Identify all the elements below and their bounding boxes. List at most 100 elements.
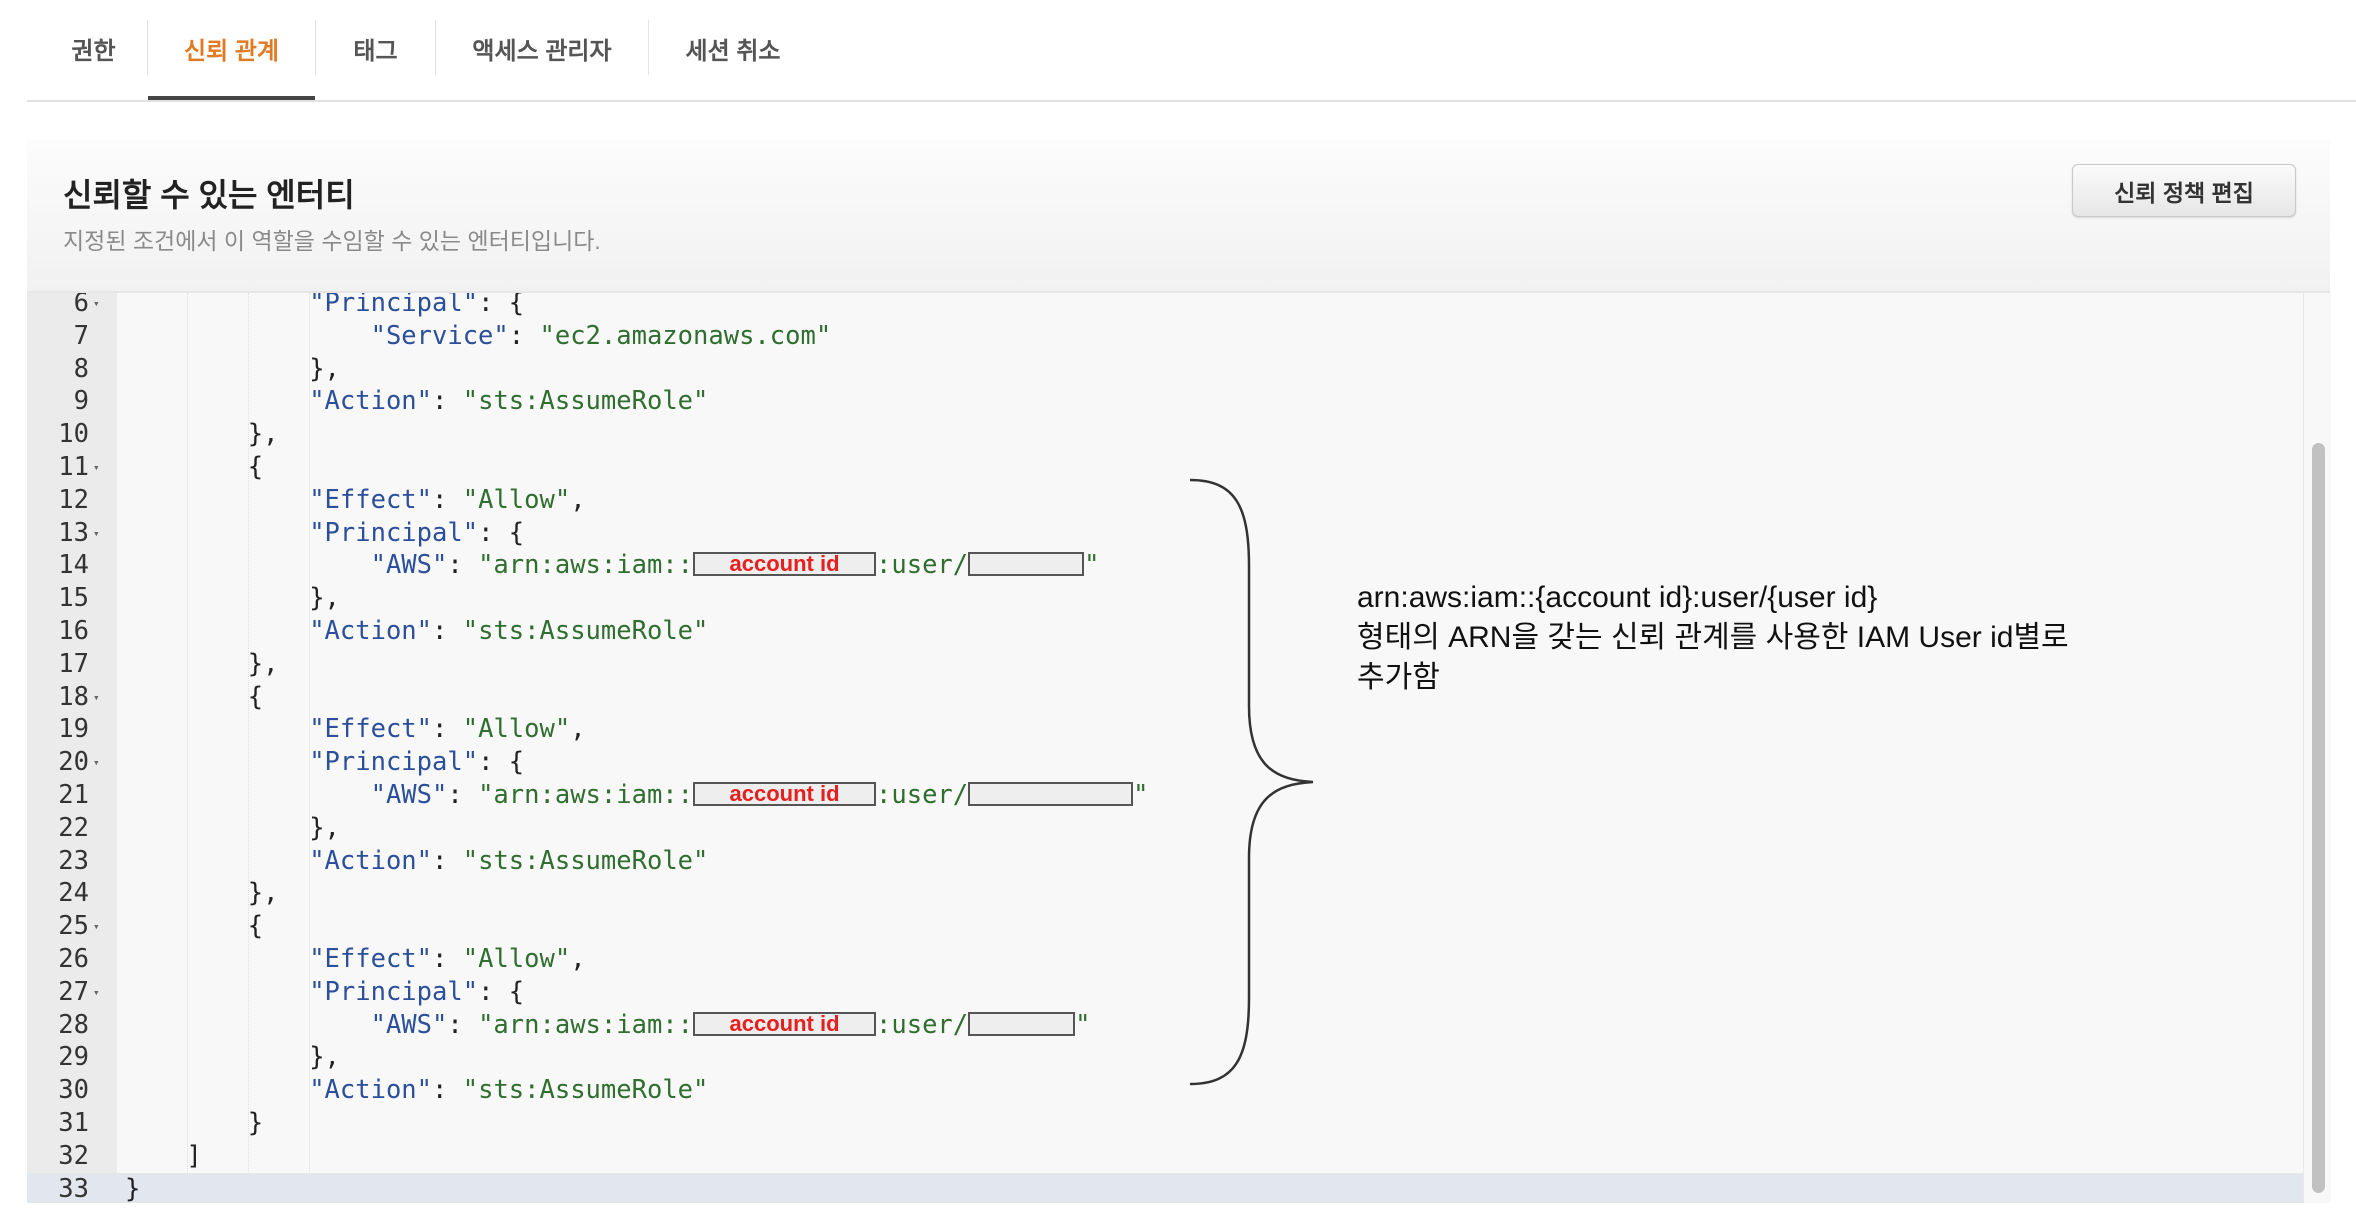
- json-string: ": [1084, 550, 1100, 581]
- code-text: ]: [186, 1140, 201, 1173]
- line-number: 6: [73, 293, 89, 318]
- tab-revoke-sessions[interactable]: 세션 취소: [649, 0, 817, 97]
- code-line[interactable]: 23 "Action": "sts:AssumeRole": [27, 845, 2303, 878]
- json-punctuation: :: [432, 484, 463, 515]
- line-number: 31: [58, 1108, 89, 1138]
- code-text: "Effect": "Allow",: [309, 713, 585, 746]
- code-line[interactable]: 30 "Action": "sts:AssumeRole": [27, 1074, 2303, 1107]
- json-string: "sts:AssumeRole": [462, 386, 709, 417]
- code-line[interactable]: 11 ▾ {: [27, 451, 2303, 484]
- redacted-account-id: account id: [693, 552, 877, 577]
- code-line[interactable]: 31}: [27, 1107, 2303, 1140]
- code-text: "Service": "ec2.amazonaws.com": [371, 320, 832, 353]
- code-text: },: [309, 1041, 340, 1074]
- json-key: "Effect": [309, 484, 433, 515]
- json-punctuation: },: [309, 583, 340, 614]
- json-punctuation: },: [309, 812, 340, 843]
- redacted-user-id: [968, 782, 1134, 806]
- code-text: "Principal": {: [309, 293, 524, 320]
- code-line[interactable]: 25 ▾ {: [27, 910, 2303, 943]
- line-number: 10: [58, 419, 89, 450]
- json-punctuation: :: [432, 1075, 463, 1106]
- json-string: ": [1075, 1009, 1091, 1040]
- line-number: 29: [58, 1042, 89, 1073]
- json-punctuation: :: [432, 944, 463, 974]
- code-line[interactable]: 12 "Effect": "Allow",: [27, 484, 2303, 517]
- fold-arrow-icon[interactable]: ▾: [93, 910, 100, 943]
- json-key: "AWS": [370, 1009, 448, 1040]
- curly-brace-annotation: [1189, 478, 1314, 1086]
- code-line[interactable]: 28 "AWS": "arn:aws:iam:: account id:user/ ": [27, 1009, 2303, 1042]
- code-line[interactable]: 32]: [27, 1140, 2303, 1173]
- code-line[interactable]: 21 "AWS": "arn:aws:iam:: account id:user/ ": [27, 779, 2303, 812]
- code-text: "Principal": {: [309, 746, 524, 779]
- editor-scrollbar[interactable]: [2303, 293, 2331, 1203]
- json-key: "AWS": [370, 780, 448, 810]
- line-number: 25: [58, 911, 89, 942]
- json-string: :user/: [876, 550, 969, 581]
- fold-arrow-icon[interactable]: ▾: [93, 976, 100, 1009]
- line-number: 21: [58, 780, 89, 810]
- code-line[interactable]: 19 "Effect": "Allow",: [27, 713, 2303, 746]
- json-punctuation: :: [447, 780, 479, 810]
- code-text: {: [248, 910, 263, 943]
- tab-access-advisor[interactable]: 액세스 관리자: [436, 0, 648, 97]
- code-line[interactable]: 33}: [27, 1172, 2303, 1203]
- scrollbar-thumb[interactable]: [2312, 443, 2325, 1193]
- code-line[interactable]: 9 "Action": "sts:AssumeRole": [27, 385, 2303, 418]
- code-line[interactable]: 6 ▾ "Principal": {: [27, 293, 2303, 320]
- json-punctuation: },: [247, 648, 279, 679]
- code-line[interactable]: 13 ▾ "Principal": {: [27, 517, 2303, 550]
- code-text: },: [248, 877, 279, 910]
- json-punctuation: ,: [570, 484, 586, 515]
- json-string: "sts:AssumeRole": [462, 616, 709, 646]
- code-text: },: [248, 648, 279, 681]
- json-punctuation: {: [247, 911, 264, 942]
- json-punctuation: {: [247, 452, 264, 482]
- code-text: "AWS": "arn:aws:iam:: account id:user/ ": [371, 1009, 1091, 1042]
- code-text: "Effect": "Allow",: [309, 484, 585, 517]
- line-number: 33: [58, 1173, 89, 1203]
- annotation-text: arn:aws:iam::{account id}:user/{user id}…: [1357, 578, 2069, 698]
- tab-trust-relationships[interactable]: 신뢰 관계: [148, 0, 315, 100]
- json-string: "Allow": [462, 484, 571, 515]
- code-line[interactable]: 10},: [27, 418, 2303, 451]
- code-text: "Action": "sts:AssumeRole": [309, 385, 708, 418]
- annotation-line: arn:aws:iam::{account id}:user/{user id}: [1357, 581, 1878, 614]
- line-number: 22: [58, 812, 89, 843]
- line-number: 8: [73, 353, 89, 384]
- json-punctuation: : {: [478, 517, 525, 548]
- json-string: "Allow": [462, 714, 571, 745]
- json-string: "arn:aws:iam::: [478, 1009, 694, 1040]
- code-line[interactable]: 7 "Service": "ec2.amazonaws.com": [27, 320, 2303, 353]
- code-line[interactable]: 8},: [27, 353, 2303, 386]
- code-line[interactable]: 22},: [27, 812, 2303, 845]
- json-key: "Action": [309, 845, 433, 876]
- code-line[interactable]: 24},: [27, 877, 2303, 910]
- tab-permissions[interactable]: 권한: [40, 0, 147, 97]
- json-punctuation: },: [247, 419, 279, 450]
- line-number: 26: [58, 944, 89, 974]
- redacted-account-id: account id: [693, 782, 877, 806]
- code-line[interactable]: 27 ▾ "Principal": {: [27, 976, 2303, 1009]
- fold-arrow-icon[interactable]: ▾: [93, 746, 100, 779]
- tab-tags[interactable]: 태그: [316, 0, 435, 97]
- json-punctuation: :: [432, 386, 463, 417]
- code-text: },: [309, 812, 340, 845]
- json-key: "Principal": [309, 293, 479, 318]
- fold-arrow-icon[interactable]: ▾: [93, 681, 100, 714]
- fold-arrow-icon[interactable]: ▾: [93, 293, 100, 320]
- policy-json-editor[interactable]: 6 ▾ "Principal": {7 "Service": "ec2.amazona…: [27, 293, 2303, 1203]
- edit-trust-policy-button[interactable]: 신뢰 정책 편집: [2072, 164, 2296, 217]
- json-punctuation: },: [309, 353, 340, 384]
- code-line[interactable]: 20 ▾ "Principal": {: [27, 746, 2303, 779]
- code-line[interactable]: 29},: [27, 1041, 2303, 1074]
- line-number: 28: [58, 1009, 89, 1040]
- fold-arrow-icon[interactable]: ▾: [93, 517, 100, 550]
- json-punctuation: {: [247, 681, 264, 712]
- fold-arrow-icon[interactable]: ▾: [93, 451, 100, 484]
- code-line[interactable]: 26 "Effect": "Allow",: [27, 943, 2303, 976]
- line-number: 20: [58, 747, 89, 778]
- json-punctuation: :: [508, 320, 540, 351]
- redacted-user-id: [968, 1011, 1076, 1036]
